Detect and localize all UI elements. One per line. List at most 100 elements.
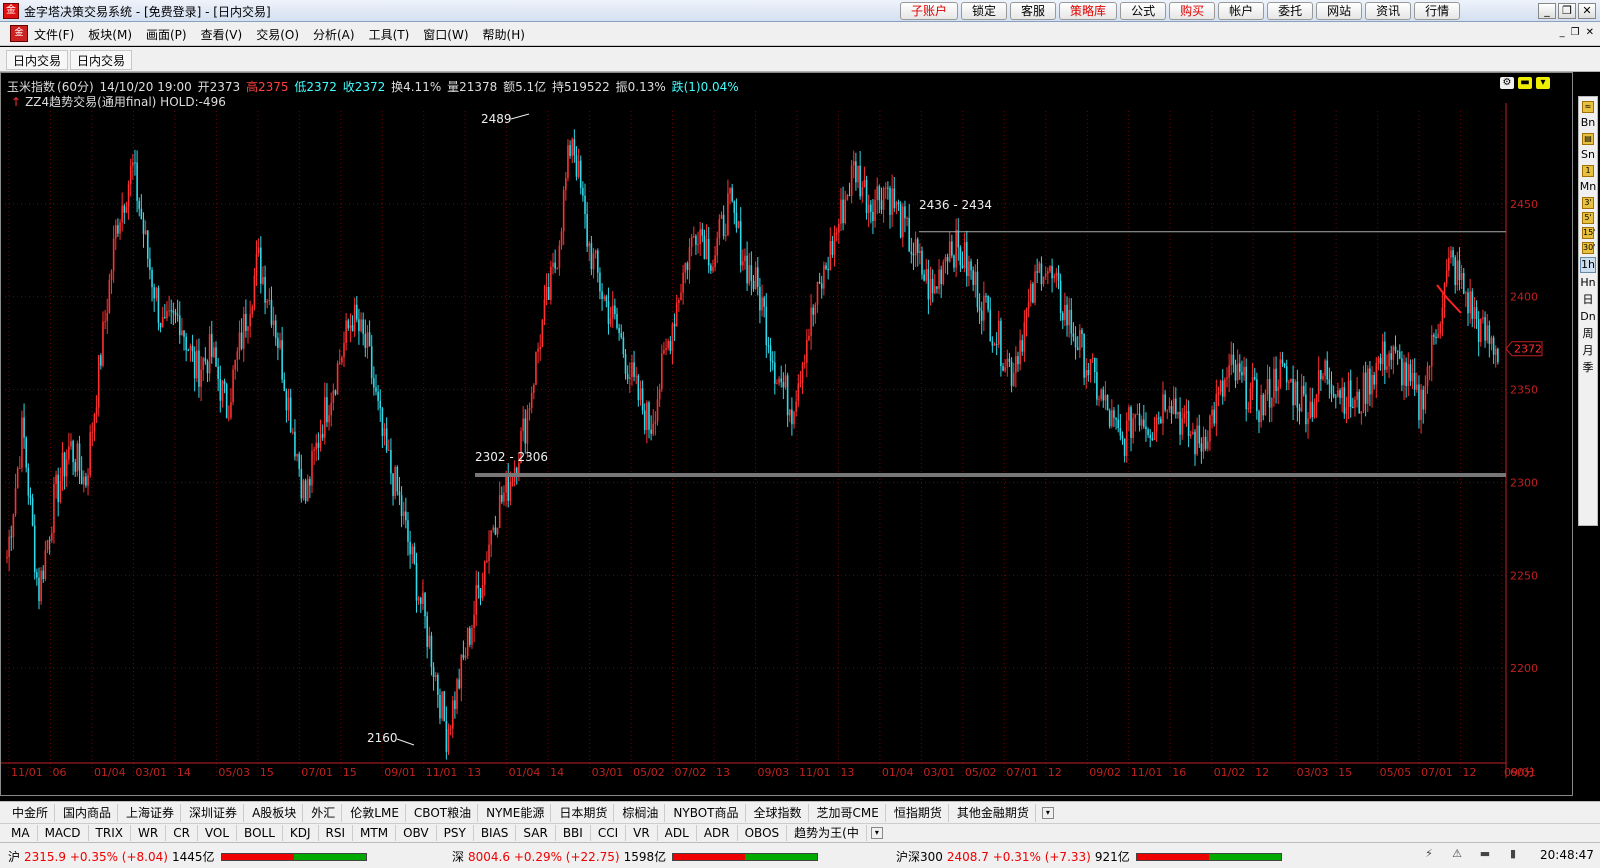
indicator-cci[interactable]: CCI — [591, 825, 627, 841]
connection-icon[interactable]: ⚡ — [1422, 848, 1436, 860]
mdi-minimize-button[interactable]: _ — [1560, 27, 1565, 38]
indicator-kdj[interactable]: KDJ — [283, 825, 319, 841]
close-button[interactable]: ✕ — [1578, 3, 1596, 19]
indicator-cr[interactable]: CR — [166, 825, 198, 841]
period-sn[interactable]: Sn — [1581, 148, 1595, 162]
chart-icon[interactable]: ▤ — [1582, 133, 1594, 145]
indicator-obos[interactable]: OBOS — [738, 825, 788, 841]
sector-nybot[interactable]: NYBOT商品 — [667, 803, 746, 822]
period-month[interactable]: 月 — [1583, 344, 1594, 358]
sector-hsi-futures[interactable]: 恒指期货 — [888, 803, 949, 822]
indicator-ma[interactable]: MA — [4, 825, 38, 841]
period-week[interactable]: 周 — [1583, 327, 1594, 341]
indicator-sar[interactable]: SAR — [516, 825, 556, 841]
indicator-more-icon[interactable]: ▾ — [870, 827, 883, 839]
indicator-macd[interactable]: MACD — [38, 825, 89, 841]
indicator-wr[interactable]: WR — [131, 825, 167, 841]
lock-button[interactable]: 锁定 — [961, 2, 1008, 20]
candle-body — [848, 195, 851, 197]
sector-shanghai[interactable]: 上海证券 — [120, 803, 182, 822]
sector-cbot[interactable]: CBOT粮油 — [408, 803, 479, 822]
indicator-bias[interactable]: BIAS — [474, 825, 517, 841]
period-day[interactable]: 日 — [1583, 293, 1594, 307]
period-dn[interactable]: Dn — [1580, 310, 1595, 324]
candle-body — [125, 206, 128, 213]
indicator-psy[interactable]: PSY — [437, 825, 474, 841]
strategy-library-button[interactable]: 策略库 — [1059, 2, 1118, 20]
one-minute-icon[interactable]: 1 — [1582, 165, 1594, 177]
menu-help[interactable]: 帮助(H) — [483, 26, 525, 43]
sector-shenzhen[interactable]: 深圳证券 — [183, 803, 245, 822]
candle-body — [793, 411, 795, 425]
period-30min[interactable]: 30' — [1582, 242, 1595, 254]
sector-lme[interactable]: 伦敦LME — [344, 803, 406, 822]
menu-window[interactable]: 窗口(W) — [423, 26, 468, 43]
indicator-bbi[interactable]: BBI — [556, 825, 591, 841]
index-shenzhen[interactable]: 深 8004.6 +0.29% (+22.75) 1598亿 — [452, 848, 819, 865]
indicator-rsi[interactable]: RSI — [319, 825, 354, 841]
period-5min[interactable]: 5' — [1582, 212, 1594, 224]
sector-a-share[interactable]: A股板块 — [246, 803, 304, 822]
quotes-button[interactable]: 行情 — [1414, 2, 1461, 20]
customer-service-button[interactable]: 客服 — [1010, 2, 1057, 20]
indicator-vr[interactable]: VR — [626, 825, 658, 841]
period-hn[interactable]: Hn — [1580, 276, 1595, 290]
menu-screen[interactable]: 画面(P) — [146, 26, 187, 43]
tick-chart-icon[interactable]: ≈ — [1582, 101, 1594, 113]
indicator-vol[interactable]: VOL — [198, 825, 238, 841]
buy-button[interactable]: 购买 — [1169, 2, 1216, 20]
period-1h[interactable]: 1h — [1580, 257, 1596, 273]
settings-icon[interactable]: ⚙ — [1500, 77, 1514, 89]
period-15min[interactable]: 15' — [1582, 227, 1595, 239]
tab-intraday-1[interactable]: 日内交易 — [6, 50, 69, 70]
sector-forex[interactable]: 外汇 — [305, 803, 343, 822]
sector-global-index[interactable]: 全球指数 — [748, 803, 809, 822]
chart-panel[interactable]: 2200 2250 2300 2350 2400 2450 11/01 06 01/04 03/0… — [0, 72, 1573, 796]
restore-button[interactable]: ❐ — [1558, 3, 1576, 19]
alert-icon[interactable]: ⚠ — [1450, 848, 1464, 860]
menu-app-icon[interactable]: 金 — [10, 25, 28, 42]
indicator-obv[interactable]: OBV — [396, 825, 437, 841]
period-bn[interactable]: Bn — [1581, 116, 1596, 130]
indicator-trend-king[interactable]: 趋势为王(中 — [787, 825, 867, 841]
menu-file[interactable]: 文件(F) — [34, 26, 74, 43]
website-button[interactable]: 网站 — [1316, 2, 1363, 20]
indicator-boll[interactable]: BOLL — [237, 825, 283, 841]
notebook-icon[interactable]: ▮ — [1506, 848, 1520, 860]
sector-other-financial[interactable]: 其他金融期货 — [951, 803, 1036, 822]
sector-cffex[interactable]: 中金所 — [6, 803, 56, 822]
indicator-adl[interactable]: ADL — [658, 825, 697, 841]
menu-view[interactable]: 查看(V) — [201, 26, 243, 43]
menu-analysis[interactable]: 分析(A) — [313, 26, 355, 43]
menu-tools[interactable]: 工具(T) — [369, 26, 410, 43]
menu-trade[interactable]: 交易(O) — [256, 26, 299, 43]
sector-nymex[interactable]: NYME能源 — [480, 803, 552, 822]
indicator-mtm[interactable]: MTM — [353, 825, 397, 841]
sector-cme[interactable]: 芝加哥CME — [811, 803, 886, 822]
mdi-close-button[interactable]: ✕ — [1586, 27, 1594, 38]
index-shanghai[interactable]: 沪 2315.9 +0.35% (+8.04) 1445亿 — [8, 848, 367, 865]
period-mn[interactable]: Mn — [1580, 180, 1596, 194]
ruler-status-icon[interactable]: ▬ — [1478, 848, 1492, 860]
sub-account-button[interactable]: 子账户 — [900, 2, 959, 20]
menu-sector[interactable]: 板块(M) — [88, 26, 132, 43]
minimize-button[interactable]: _ — [1538, 3, 1556, 19]
candlestick-chart[interactable]: 2200 2250 2300 2350 2400 2450 11/01 06 01/04 03/0… — [1, 73, 1572, 795]
period-season[interactable]: 季 — [1583, 361, 1594, 375]
indicator-trix[interactable]: TRIX — [89, 825, 131, 841]
sector-domestic-commodity[interactable]: 国内商品 — [57, 803, 119, 822]
ruler-icon[interactable]: ▬ — [1518, 77, 1532, 89]
sector-japan[interactable]: 日本期货 — [553, 803, 615, 822]
sector-more-icon[interactable]: ▾ — [1041, 806, 1054, 819]
indicator-adr[interactable]: ADR — [697, 825, 738, 841]
news-button[interactable]: 资讯 — [1365, 2, 1412, 20]
sector-palm-oil[interactable]: 棕榈油 — [616, 803, 666, 822]
index-hs300[interactable]: 沪深300 2408.7 +0.31% (+7.33) 921亿 — [896, 848, 1282, 865]
mdi-restore-button[interactable]: ❐ — [1571, 27, 1580, 38]
period-3min[interactable]: 3' — [1582, 197, 1594, 209]
order-button[interactable]: 委托 — [1267, 2, 1314, 20]
pin-icon[interactable]: ▾ — [1536, 77, 1550, 89]
formula-button[interactable]: 公式 — [1120, 2, 1167, 20]
tab-intraday-2[interactable]: 日内交易 — [70, 50, 133, 70]
account-button[interactable]: 帐户 — [1218, 2, 1265, 20]
